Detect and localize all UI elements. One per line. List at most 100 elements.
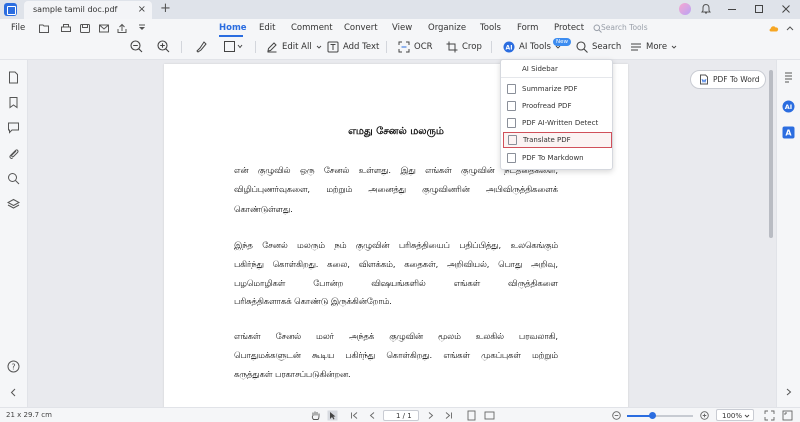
tab-protect[interactable]: Protect: [554, 23, 584, 33]
share-icon[interactable]: [116, 23, 128, 34]
edit-all-label: Edit All: [282, 42, 312, 52]
close-tab-icon[interactable]: ×: [138, 4, 146, 15]
search-tools-input[interactable]: Search Tools: [601, 23, 648, 32]
chevron-down-icon: [316, 45, 322, 49]
tab-form[interactable]: Form: [517, 23, 538, 33]
paragraph-line: பொதுமக்களுடன் கூடிய பகிர்ந்து கொள்கிறது.…: [234, 350, 558, 360]
paragraph-line: இந்த சேனல் மலரும் நம் குழுவின் பரிசுத்தி…: [234, 240, 558, 250]
fit-page-icon[interactable]: [764, 410, 775, 421]
ocr-button[interactable]: OCR: [398, 40, 433, 54]
zoom-out-small-icon[interactable]: [612, 411, 621, 420]
translate-sidebar-icon[interactable]: A: [782, 126, 795, 139]
fit-width-icon[interactable]: [484, 410, 495, 421]
tab-edit[interactable]: Edit: [259, 23, 275, 33]
zoom-in-small-icon[interactable]: [700, 411, 709, 420]
tab-home[interactable]: Home: [219, 23, 247, 33]
menu-item-ai-written-detect[interactable]: PDF AI-Written Detect: [503, 115, 612, 131]
zoom-out-icon[interactable]: [130, 40, 143, 53]
properties-icon[interactable]: [783, 72, 794, 84]
ai-sidebar-icon[interactable]: AI: [782, 100, 795, 113]
avatar[interactable]: [679, 3, 691, 15]
pdf-to-word-button[interactable]: PDF To Word: [690, 70, 766, 89]
vertical-scrollbar[interactable]: [769, 70, 773, 238]
add-text-label: Add Text: [343, 42, 380, 52]
search-sidebar-icon[interactable]: [7, 172, 20, 185]
toolbar-separator: [255, 41, 256, 53]
tab-organize[interactable]: Organize: [428, 23, 466, 33]
new-tab-button[interactable]: +: [160, 1, 171, 16]
menu-item-proofread-pdf[interactable]: Proofread PDF: [503, 98, 612, 114]
bookmark-icon[interactable]: [7, 96, 20, 109]
ribbon-collapse-icon[interactable]: [785, 23, 795, 34]
cloud-upload-icon[interactable]: [768, 23, 780, 34]
title-bar: sample tamil doc.pdf × +: [0, 0, 800, 19]
menu-item-pdf-to-markdown[interactable]: PDF To Markdown: [503, 150, 612, 166]
notification-bell-icon[interactable]: [700, 3, 712, 15]
translate-icon: [508, 135, 517, 145]
shape-tool-icon[interactable]: [223, 40, 243, 53]
tab-tools[interactable]: Tools: [480, 23, 501, 33]
page-number-input[interactable]: 1 / 1: [383, 410, 419, 421]
ai-detect-icon: [507, 118, 516, 128]
menu-item-label: Summarize PDF: [522, 85, 578, 93]
first-page-icon[interactable]: [350, 411, 359, 420]
zoom-level-select[interactable]: 100%: [716, 409, 754, 421]
tab-convert[interactable]: Convert: [344, 23, 378, 33]
save-icon[interactable]: [79, 23, 91, 34]
summarize-icon: [507, 84, 516, 94]
quick-access-dropdown-icon[interactable]: [136, 23, 148, 34]
next-page-icon[interactable]: [426, 411, 435, 420]
thumbnails-icon[interactable]: [7, 71, 20, 84]
help-icon[interactable]: ?: [7, 360, 20, 373]
previous-page-icon[interactable]: [368, 411, 377, 420]
paragraph-line: பழமொழிகள் போன்ற விஷயங்களில் எங்கள் விருத…: [234, 278, 558, 288]
search-button[interactable]: Search: [576, 40, 621, 54]
paragraph-line: எங்கள் சேனல் மலர் அந்தக் குழுவின் மூலம் …: [234, 331, 558, 341]
close-window-icon[interactable]: [780, 3, 792, 15]
maximize-icon[interactable]: [753, 3, 765, 15]
select-tool-icon[interactable]: [327, 410, 338, 421]
crop-button[interactable]: Crop: [446, 40, 482, 54]
menu-item-label: PDF AI-Written Detect: [522, 119, 599, 127]
minimize-icon[interactable]: [726, 3, 738, 15]
paragraph-line: கொண்டுள்ளது.: [234, 204, 293, 214]
zoom-slider-handle[interactable]: [648, 412, 656, 419]
edit-all-button[interactable]: Edit All: [266, 40, 322, 54]
collapse-right-icon[interactable]: [784, 386, 794, 398]
app-logo-icon: [4, 3, 17, 16]
zoom-in-icon[interactable]: [157, 40, 170, 53]
file-menu[interactable]: File: [11, 23, 25, 33]
add-text-button[interactable]: Add Text: [327, 40, 379, 54]
more-button[interactable]: More: [630, 40, 677, 54]
toolbar-separator: [491, 41, 492, 53]
attachment-icon[interactable]: [7, 147, 20, 160]
right-sidebar: AI A: [776, 60, 800, 407]
comment-icon[interactable]: [7, 121, 20, 134]
tab-comment[interactable]: Comment: [291, 23, 333, 33]
svg-text:A: A: [785, 129, 792, 138]
page-size-label: 21 x 29.7 cm: [6, 411, 52, 419]
last-page-icon[interactable]: [444, 411, 453, 420]
collapse-left-icon[interactable]: [7, 386, 20, 399]
menu-item-label: Proofread PDF: [522, 102, 572, 110]
fullscreen-icon[interactable]: [782, 410, 793, 421]
menu-item-translate-pdf[interactable]: Translate PDF: [503, 132, 612, 148]
more-label: More: [646, 42, 668, 52]
layers-icon[interactable]: [7, 198, 20, 211]
menu-item-label: Translate PDF: [523, 136, 571, 144]
zoom-level-value: 100%: [722, 411, 743, 420]
menu-item-summarize-pdf[interactable]: Summarize PDF: [503, 81, 612, 97]
page-view-icon[interactable]: [466, 410, 477, 421]
highlight-icon[interactable]: [195, 40, 208, 53]
word-file-icon: [700, 74, 708, 85]
tab-view[interactable]: View: [392, 23, 412, 33]
toolbar-separator: [181, 41, 182, 53]
zoom-slider[interactable]: [627, 412, 693, 419]
print-icon[interactable]: [60, 23, 72, 34]
open-file-icon[interactable]: [38, 23, 50, 34]
svg-text:AI: AI: [506, 44, 513, 51]
ai-sidebar-menu-item[interactable]: AI Sidebar: [501, 60, 612, 78]
hand-tool-icon[interactable]: [310, 410, 321, 421]
document-tab[interactable]: sample tamil doc.pdf ×: [24, 1, 152, 19]
email-icon[interactable]: [98, 23, 110, 34]
